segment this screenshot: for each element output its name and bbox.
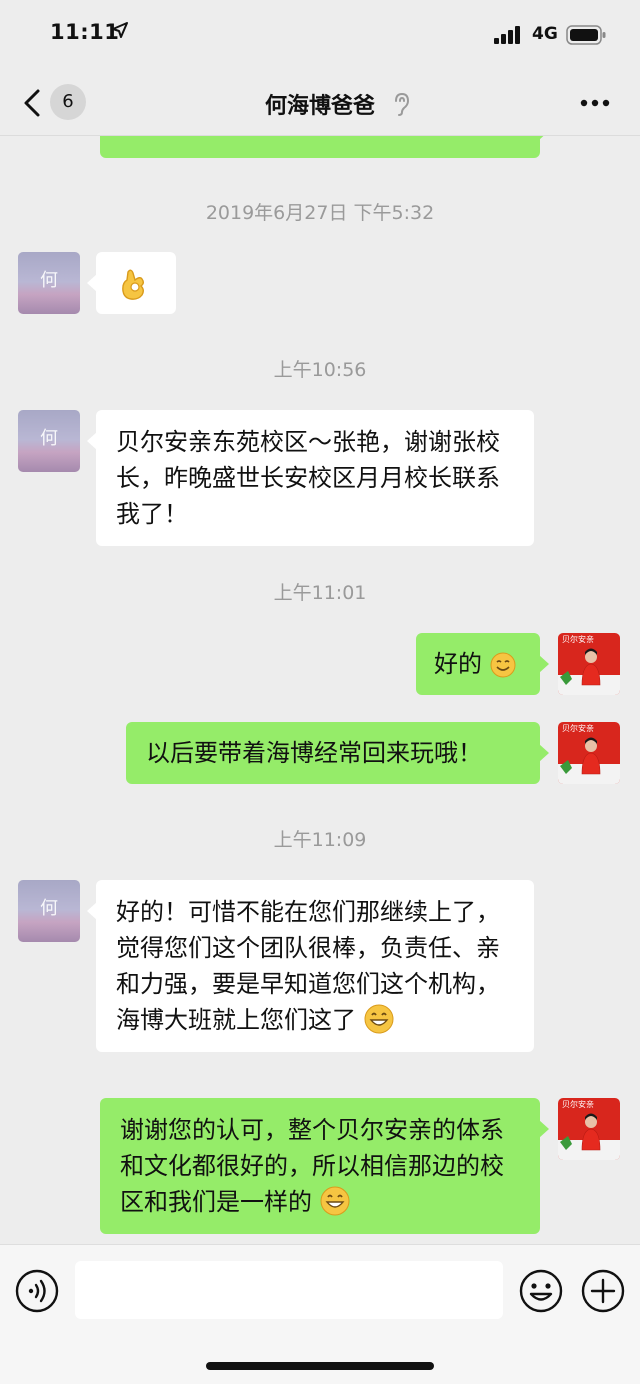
message-text: 好的！可惜不能在您们那继续上了，觉得您们这个团队很棒，负责任、亲和力强，要是早知… [116,898,500,1034]
avatar-glyph: 何 [40,270,58,291]
home-indicator[interactable] [206,1362,434,1370]
ok-hand-emoji [122,269,144,300]
brand-text: 贝尔安亲 [562,634,594,644]
message-bubble[interactable]: 谢谢您的认可，整个贝尔安亲的体系和文化都很好的，所以相信那边的校区和我们是一样的 [100,1098,549,1234]
self-avatar[interactable]: 贝尔安亲 [558,633,620,695]
message-bubble[interactable]: 贝尔安亲东苑校区～张艳，谢谢张校长，昨晚盛世长安校区月月校长联系我了！ [87,410,534,546]
ann-bell-logo-icon: 贝尔安亲 [558,1098,620,1160]
message-input[interactable] [75,1261,503,1319]
timestamp: 上午11:01 [273,582,367,604]
battery-icon [566,25,606,45]
message-bubble[interactable] [87,252,176,314]
location-arrow-icon [112,22,128,38]
message-text: 好的 [434,650,482,678]
more-actions-plus-icon[interactable] [581,1269,625,1313]
message-bubble[interactable]: 以后要带着海博经常回来玩哦！ [126,722,549,784]
message-text: 以后要带着海博经常回来玩哦！ [146,739,482,767]
brand-text: 贝尔安亲 [562,1099,594,1109]
grin-emoji [320,1186,350,1216]
self-avatar[interactable]: 贝尔安亲 [558,722,620,784]
input-bar [0,1244,640,1384]
timestamp: 2019年6月27日 下午5:32 [205,202,435,224]
signal-icon [494,26,520,44]
grin-emoji [364,1004,394,1034]
message-text: 谢谢您的认可，整个贝尔安亲的体系和文化都很好的，所以相信那边的校区和我们是一样的 [120,1116,504,1216]
more-options-icon[interactable] [580,99,610,107]
avatar-glyph: 何 [40,898,58,919]
network-type: 4G [532,24,558,44]
chat-header: 6 何海博爸爸 [0,70,640,136]
message-bubble[interactable]: 好的！可惜不能在您们那继续上了，觉得您们这个团队很棒，负责任、亲和力强，要是早知… [87,880,534,1052]
message-text: 贝尔安亲东苑校区～张艳，谢谢张校长，昨晚盛世长安校区月月校长联系我了！ [116,428,500,528]
voice-input-icon[interactable] [15,1269,59,1313]
self-avatar[interactable]: 贝尔安亲 [558,1098,620,1160]
chat-area[interactable]: 2019年6月27日 下午5:32 何 上午10:56 何 贝尔安亲东苑校区～张… [0,0,640,1244]
contact-avatar[interactable]: 何 [18,880,80,942]
chat-title: 何海博爸爸 [264,94,375,119]
contact-avatar[interactable]: 何 [18,252,80,314]
status-time: 11:11 [50,20,120,44]
ann-bell-logo-icon: 贝尔安亲 [558,722,620,784]
timestamp: 上午11:09 [273,829,367,851]
ann-bell-logo-icon: 贝尔安亲 [558,633,620,695]
message-bubble[interactable]: 好的 [416,633,549,695]
contact-avatar[interactable]: 何 [18,410,80,472]
earpiece-mode-icon [395,92,410,116]
brand-text: 贝尔安亲 [562,723,594,733]
timestamp: 上午10:56 [273,359,367,381]
avatar-glyph: 何 [40,428,58,449]
status-bar: 11:11 4G [0,0,640,70]
smile-emoji [490,652,516,678]
emoji-picker-icon[interactable] [519,1269,563,1313]
